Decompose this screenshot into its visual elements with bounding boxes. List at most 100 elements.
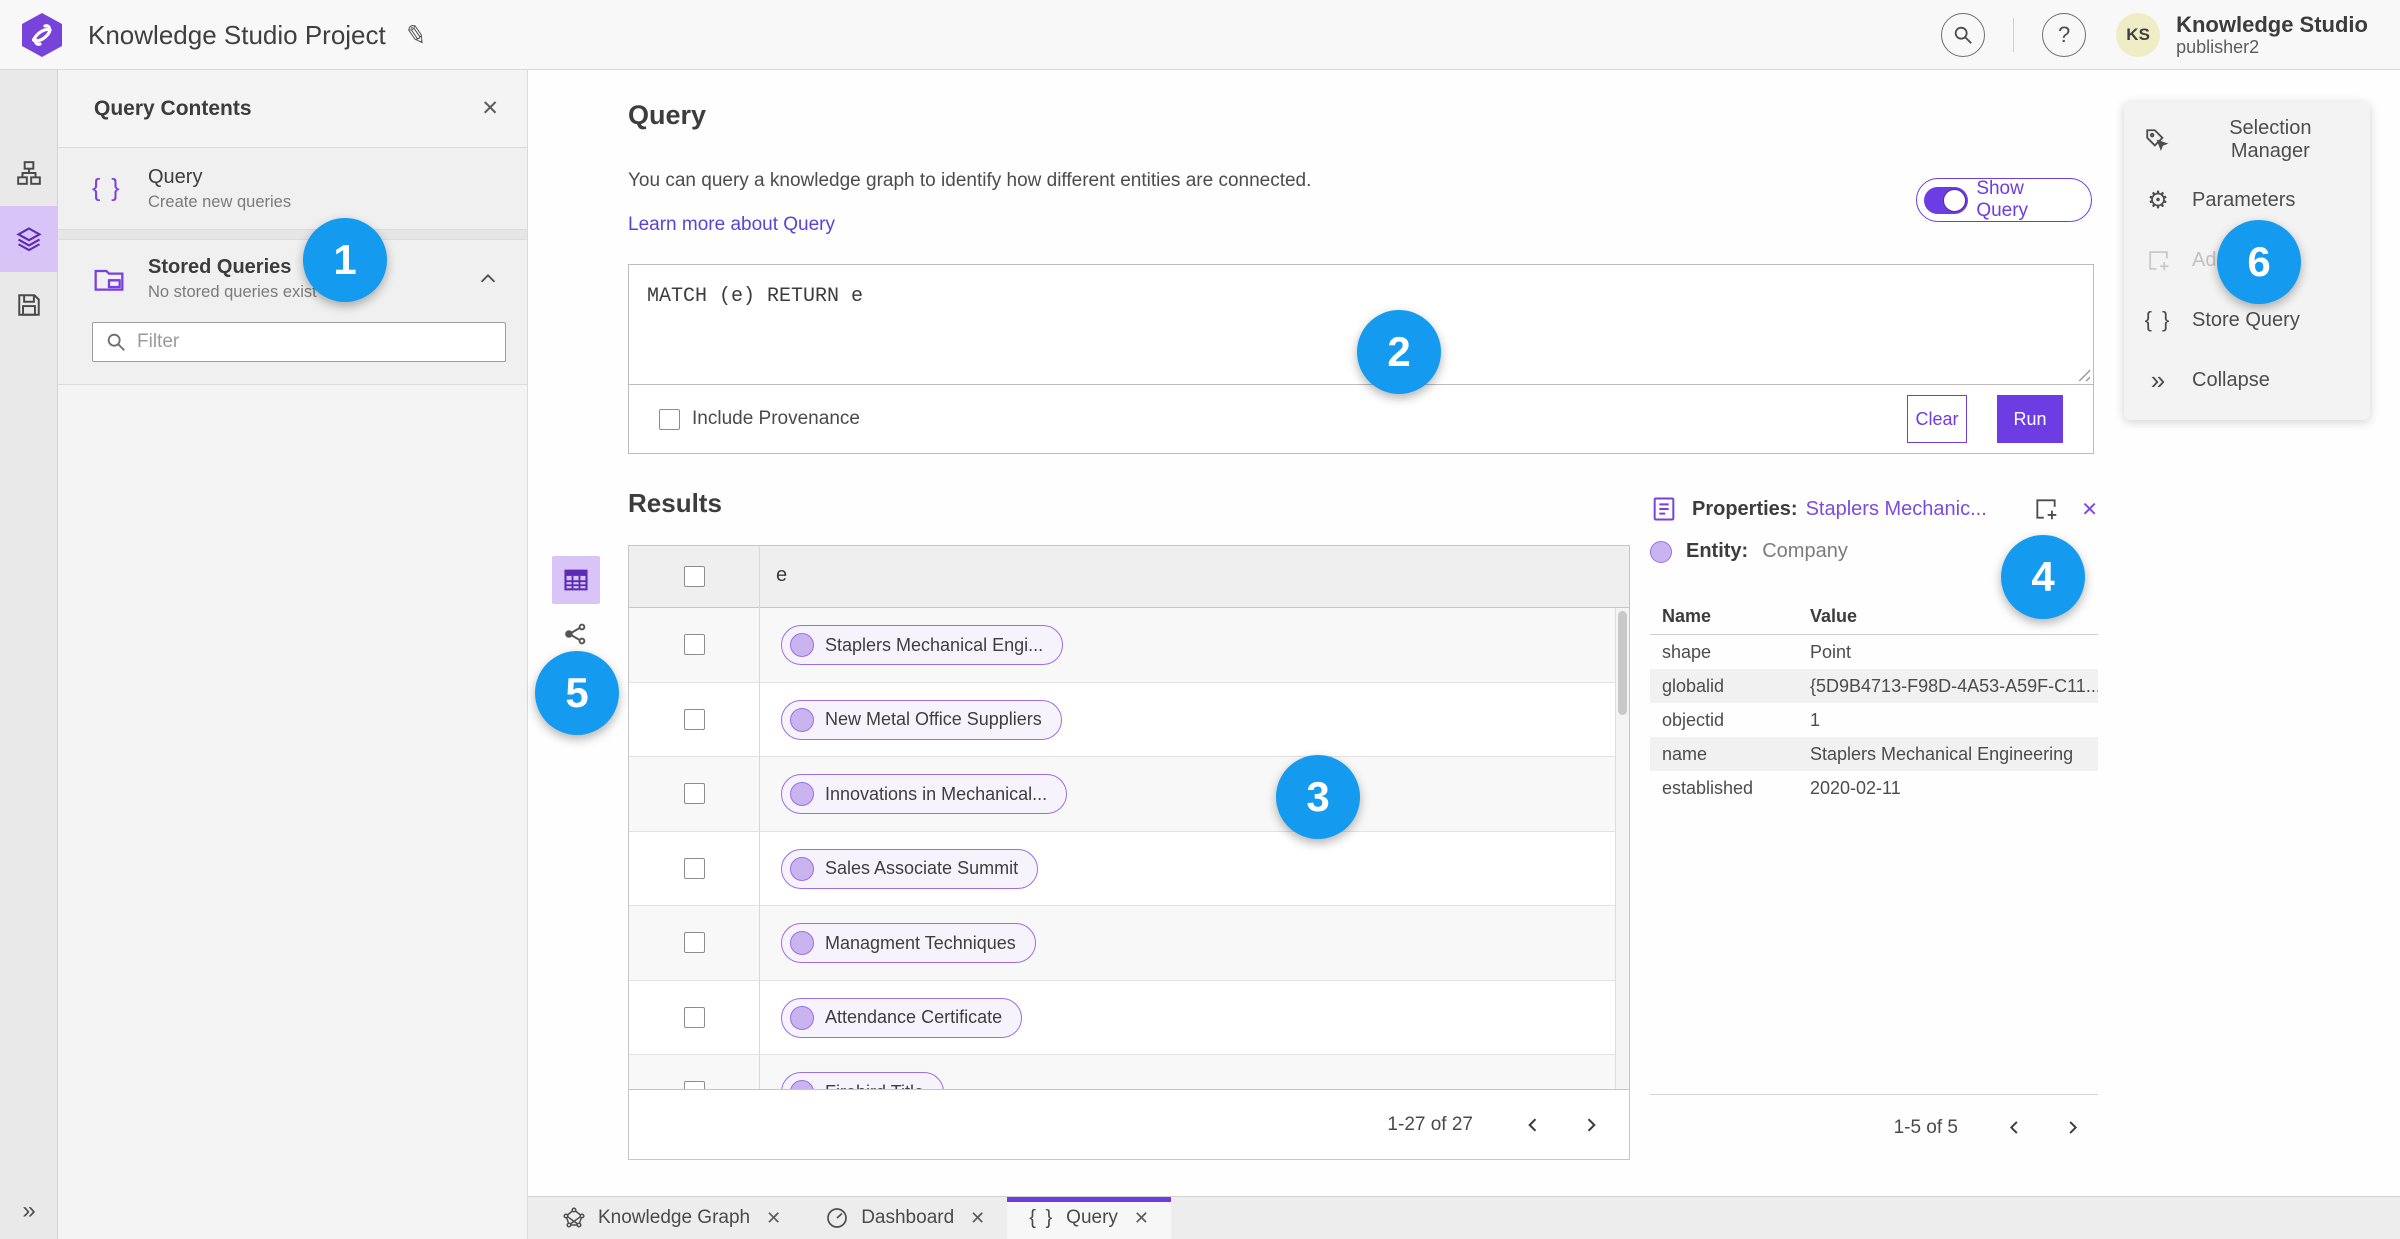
column-divider — [759, 546, 760, 1089]
entity-label: Staplers Mechanical Engi... — [825, 634, 1044, 655]
show-query-label: Show Query — [1976, 178, 2029, 221]
tab-knowledge-graph[interactable]: Knowledge Graph ✕ — [540, 1197, 803, 1239]
tool-label: Selection Manager — [2229, 117, 2312, 162]
clear-button[interactable]: Clear — [1907, 395, 1967, 443]
tab-query[interactable]: { } Query ✕ — [1007, 1197, 1172, 1239]
selection-manager-button[interactable]: Selection Manager — [2124, 110, 2370, 170]
close-icon: ✕ — [2081, 498, 2098, 521]
table-row: Sales Associate Summit — [629, 832, 1629, 906]
learn-more-link[interactable]: Learn more about Query — [628, 214, 835, 236]
graph-view-button[interactable] — [558, 616, 594, 652]
table-row: New Metal Office Suppliers — [629, 683, 1629, 757]
results-scrollbar[interactable] — [1615, 608, 1629, 1089]
edit-title-button[interactable]: ✎ — [395, 14, 437, 56]
chevron-up-icon[interactable] — [477, 268, 499, 290]
entity-dot-icon — [790, 782, 814, 806]
collapse-menu-button[interactable]: » Collapse — [2124, 350, 2370, 410]
add-to-selection-button[interactable] — [2031, 494, 2061, 524]
entity-label: Attendance Certificate — [825, 1007, 1003, 1027]
dashboard-icon — [825, 1206, 849, 1230]
row-checkbox[interactable] — [684, 857, 705, 879]
prop-value: {5D9B4713-F98D-4A53-A59F-C11... — [1810, 675, 2098, 696]
annotation-5: 5 — [535, 651, 619, 735]
chevron-right-icon — [2068, 1121, 2077, 1134]
app-logo-icon[interactable] — [20, 12, 64, 58]
rail-hierarchy-button[interactable] — [0, 140, 58, 206]
results-next-page-button[interactable] — [1571, 1105, 1611, 1145]
entity-label: Sales Associate Summit — [825, 858, 1019, 878]
results-prev-page-button[interactable] — [1513, 1105, 1553, 1145]
help-icon: ? — [2057, 22, 2071, 47]
chevron-left-icon — [2009, 1121, 2018, 1134]
close-tab-button[interactable]: ✕ — [1130, 1208, 1149, 1229]
entity-pill[interactable]: Managment Techniques — [781, 923, 1036, 963]
toggle-track[interactable] — [1924, 186, 1969, 214]
entity-dot-icon — [1650, 540, 1672, 563]
close-tab-button[interactable]: ✕ — [762, 1208, 781, 1229]
property-row: globalid {5D9B4713-F98D-4A53-A59F-C11... — [1650, 669, 2098, 703]
entity-dot-icon — [790, 856, 814, 881]
row-checkbox[interactable] — [684, 634, 705, 655]
prop-name: established — [1662, 777, 1754, 798]
row-checkbox[interactable] — [684, 708, 705, 730]
scrollbar-thumb[interactable] — [1618, 611, 1627, 715]
results-pagination: 1-27 of 27 — [629, 1089, 1629, 1159]
properties-entity-link[interactable]: Staplers Mechanic... — [1806, 498, 2032, 521]
property-row: shape Point — [1650, 635, 2098, 669]
include-provenance-checkbox[interactable] — [659, 408, 680, 430]
row-checkbox[interactable] — [684, 932, 705, 953]
chevron-right-icon — [1587, 1117, 1596, 1132]
add-to-map-icon — [2036, 499, 2057, 520]
entity-label: New Metal Office Suppliers — [825, 709, 1042, 729]
tab-label: Knowledge Graph — [598, 1207, 751, 1228]
panel-title: Query Contents — [94, 96, 252, 120]
properties-label: Properties: — [1692, 497, 1798, 520]
double-chevron-right-icon: » — [2150, 365, 2166, 395]
select-all-checkbox[interactable] — [684, 566, 705, 587]
results-table-header: e — [629, 546, 1629, 608]
entity-pill[interactable]: New Metal Office Suppliers — [781, 699, 1062, 740]
add-to-map-icon — [2144, 248, 2172, 273]
close-tab-button[interactable]: ✕ — [966, 1208, 985, 1229]
row-checkbox[interactable] — [684, 783, 705, 804]
close-properties-button[interactable]: ✕ — [2081, 497, 2098, 522]
table-row: Firebird Title — [629, 1055, 1629, 1091]
table-view-button[interactable] — [552, 556, 600, 604]
properties-next-page-button[interactable] — [2052, 1108, 2092, 1148]
close-panel-button[interactable]: ✕ — [481, 96, 499, 121]
user-menu[interactable]: Knowledge Studio publisher2 — [2176, 12, 2382, 58]
expand-rail-button[interactable]: » — [0, 1197, 58, 1225]
entity-dot-icon — [790, 707, 814, 732]
bottom-tab-bar: Knowledge Graph ✕ Dashboard ✕ { } Query … — [528, 1196, 2400, 1239]
rail-save-button[interactable] — [0, 272, 58, 338]
properties-prev-page-button[interactable] — [1994, 1108, 2034, 1148]
help-button[interactable]: ? — [2042, 13, 2087, 57]
entity-pill[interactable]: Staplers Mechanical Engi... — [781, 625, 1064, 665]
annotation-4: 4 — [2001, 535, 2085, 619]
entity-pill[interactable]: Attendance Certificate — [781, 997, 1023, 1038]
include-provenance-label[interactable]: Include Provenance — [692, 408, 1907, 430]
query-list-item[interactable]: { } Query Create new queries — [58, 148, 527, 230]
query-section-title: Query — [628, 100, 707, 130]
hierarchy-icon — [17, 161, 41, 185]
entity-pill[interactable]: Sales Associate Summit — [781, 848, 1039, 889]
user-name: Knowledge Studio — [2176, 12, 2368, 37]
prop-name: globalid — [1662, 675, 1725, 696]
entity-label: Entity: — [1686, 540, 1749, 562]
stored-queries-header[interactable]: Stored Queries No stored queries exist — [92, 256, 499, 302]
filter-input[interactable] — [92, 322, 506, 362]
braces-icon: { } — [92, 174, 122, 202]
tab-label: Dashboard — [861, 1207, 955, 1228]
rail-layers-button[interactable] — [0, 206, 58, 272]
tool-label: Parameters — [2192, 188, 2296, 211]
save-icon — [18, 294, 40, 316]
show-query-toggle[interactable]: Show Query — [1916, 178, 2092, 222]
run-button[interactable]: Run — [1997, 395, 2063, 443]
row-checkbox[interactable] — [684, 1006, 705, 1028]
entity-pill[interactable]: Innovations in Mechanical... — [781, 774, 1068, 814]
pencil-icon: ✎ — [402, 17, 430, 52]
search-button[interactable] — [1941, 13, 1986, 57]
app-header: Knowledge Studio Project ✎ ? KS Knowledg… — [0, 0, 2400, 70]
avatar[interactable]: KS — [2116, 13, 2161, 57]
tab-dashboard[interactable]: Dashboard ✕ — [803, 1197, 1007, 1239]
